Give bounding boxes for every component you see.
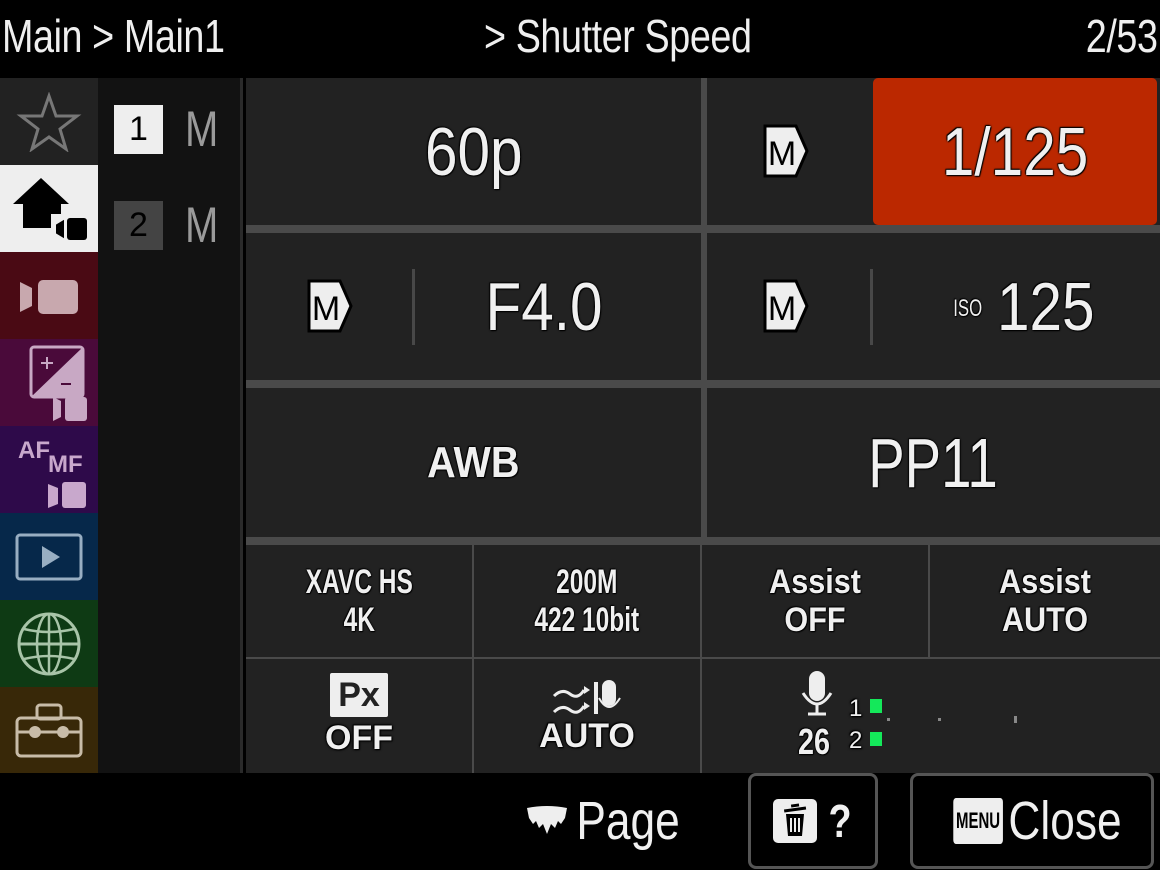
tab-playback[interactable] (0, 513, 98, 600)
file-format-cell[interactable]: XAVC HS 4K (246, 545, 472, 657)
submenu-item-main2[interactable]: 2 Main2 (114, 197, 223, 253)
gamma-assist-line1: Assist (769, 563, 861, 601)
audio-channel-1-label: 1 (849, 695, 863, 722)
help-button[interactable]: ? (748, 773, 878, 869)
gamma-assist-line2: OFF (784, 601, 846, 639)
shutter-speed-cell[interactable]: M 1/125 (707, 78, 1160, 225)
help-label: ? (828, 795, 852, 847)
toolbox-icon (15, 703, 83, 757)
page-indicator: 2/53 (1086, 10, 1158, 62)
divider (870, 269, 873, 345)
tab-my-menu[interactable] (0, 78, 98, 165)
white-balance-cell[interactable]: AWB (246, 388, 701, 537)
submenu-item-main1[interactable]: 1 Main1 (114, 101, 223, 157)
close-button[interactable]: MENU Close (910, 773, 1154, 869)
iso-cell[interactable]: M ISO 125 (707, 233, 1160, 380)
svg-text:AF: AF (18, 437, 50, 464)
page-button[interactable]: Page (518, 773, 698, 869)
close-label: Close (1008, 791, 1122, 851)
menu-badge: MENU (952, 798, 1003, 844)
globe-icon (17, 612, 81, 675)
record-setting-cell[interactable]: 200M 422 10bit (474, 545, 700, 657)
audio-meter-tick (1014, 716, 1017, 723)
auto-assist-cell[interactable]: Assist AUTO (930, 545, 1160, 657)
audio-rec-level-icon (552, 680, 621, 714)
audio-level-mode-value: AUTO (539, 717, 635, 755)
file-format-line2: 4K (343, 601, 375, 639)
tab-setup[interactable] (0, 687, 98, 774)
frame-rate-cell[interactable]: 60p (246, 78, 701, 225)
manual-mode-icon: M (763, 124, 809, 178)
category-rail: AF MF (0, 78, 98, 774)
svg-text:M: M (768, 135, 796, 173)
trash-icon (772, 799, 817, 843)
tab-exposure-color[interactable] (0, 339, 98, 426)
footer: Page ? MENU Close (0, 773, 1160, 870)
tab-main[interactable] (0, 165, 98, 252)
aperture-cell[interactable]: M F4.0 (246, 233, 701, 380)
page-label: Page (576, 791, 680, 851)
auto-assist-line2: AUTO (1001, 601, 1089, 639)
header: Main > Main1 > Shutter Speed 2/53 (0, 0, 1160, 78)
svg-text:M: M (312, 290, 340, 328)
manual-mode-icon: M (763, 279, 809, 333)
proxy-value: OFF (325, 719, 393, 757)
audio-meter-tick (938, 718, 941, 721)
exposure-movie-icon (29, 345, 87, 421)
proxy-recording-cell[interactable]: Px OFF (246, 659, 472, 773)
record-setting-line1: 200M (556, 563, 618, 601)
shutter-speed-value-box[interactable]: 1/125 (873, 78, 1157, 225)
submenu-number: 1 (114, 104, 163, 154)
auto-assist-line1: Assist (999, 563, 1091, 601)
manual-mode-icon: M (307, 279, 353, 333)
home-movie-icon (13, 177, 87, 242)
file-format-line1: XAVC HS (305, 563, 413, 601)
movie-camera-icon (20, 279, 78, 314)
gamma-display-assist-cell[interactable]: Assist OFF (702, 545, 928, 657)
svg-text:M: M (768, 290, 796, 328)
tab-shooting[interactable] (0, 252, 98, 339)
divider (412, 269, 415, 345)
record-setting-line2: 422 10bit (534, 601, 640, 639)
audio-channel-2-label: 2 (849, 727, 863, 754)
playback-icon (15, 533, 83, 580)
submenu-number: 2 (114, 200, 163, 250)
audio-meter-channel-1 (870, 699, 882, 713)
microphone-icon (801, 671, 833, 716)
star-icon (16, 91, 82, 152)
audio-level-cell[interactable]: 26 1 2 (702, 659, 1160, 773)
iso-value: 125 (996, 268, 1095, 345)
breadcrumb: Main > Main1 (2, 10, 225, 62)
shutter-speed-value: 1/125 (941, 113, 1089, 190)
picture-profile-value: PP11 (868, 423, 999, 502)
audio-meter-tick (887, 718, 890, 721)
submenu-label: Main1 (185, 101, 216, 157)
svg-text:MF: MF (48, 451, 83, 478)
audio-meter-channel-2 (870, 732, 882, 746)
audio-level-value: 26 (798, 721, 831, 762)
submenu-column: 1 Main1 2 Main2 (98, 78, 243, 773)
tab-focus[interactable]: AF MF (0, 426, 98, 513)
iso-label: ISO (953, 295, 983, 322)
audio-level-mode-cell[interactable]: AUTO (474, 659, 700, 773)
af-mf-movie-icon: AF MF (18, 437, 86, 508)
tab-network[interactable] (0, 600, 98, 687)
menu-item-title: > Shutter Speed (484, 10, 752, 62)
control-wheel-icon (526, 806, 567, 834)
submenu-label: Main2 (185, 197, 216, 253)
aperture-value: F4.0 (485, 268, 603, 345)
picture-profile-cell[interactable]: PP11 (707, 388, 1160, 537)
proxy-badge: Px (330, 673, 388, 717)
white-balance-value: AWB (427, 437, 520, 487)
function-grid: 60p M 1/125 M F4.0 M ISO 125 AWB PP11 XA… (246, 78, 1160, 773)
frame-rate-value: 60p (424, 113, 523, 190)
